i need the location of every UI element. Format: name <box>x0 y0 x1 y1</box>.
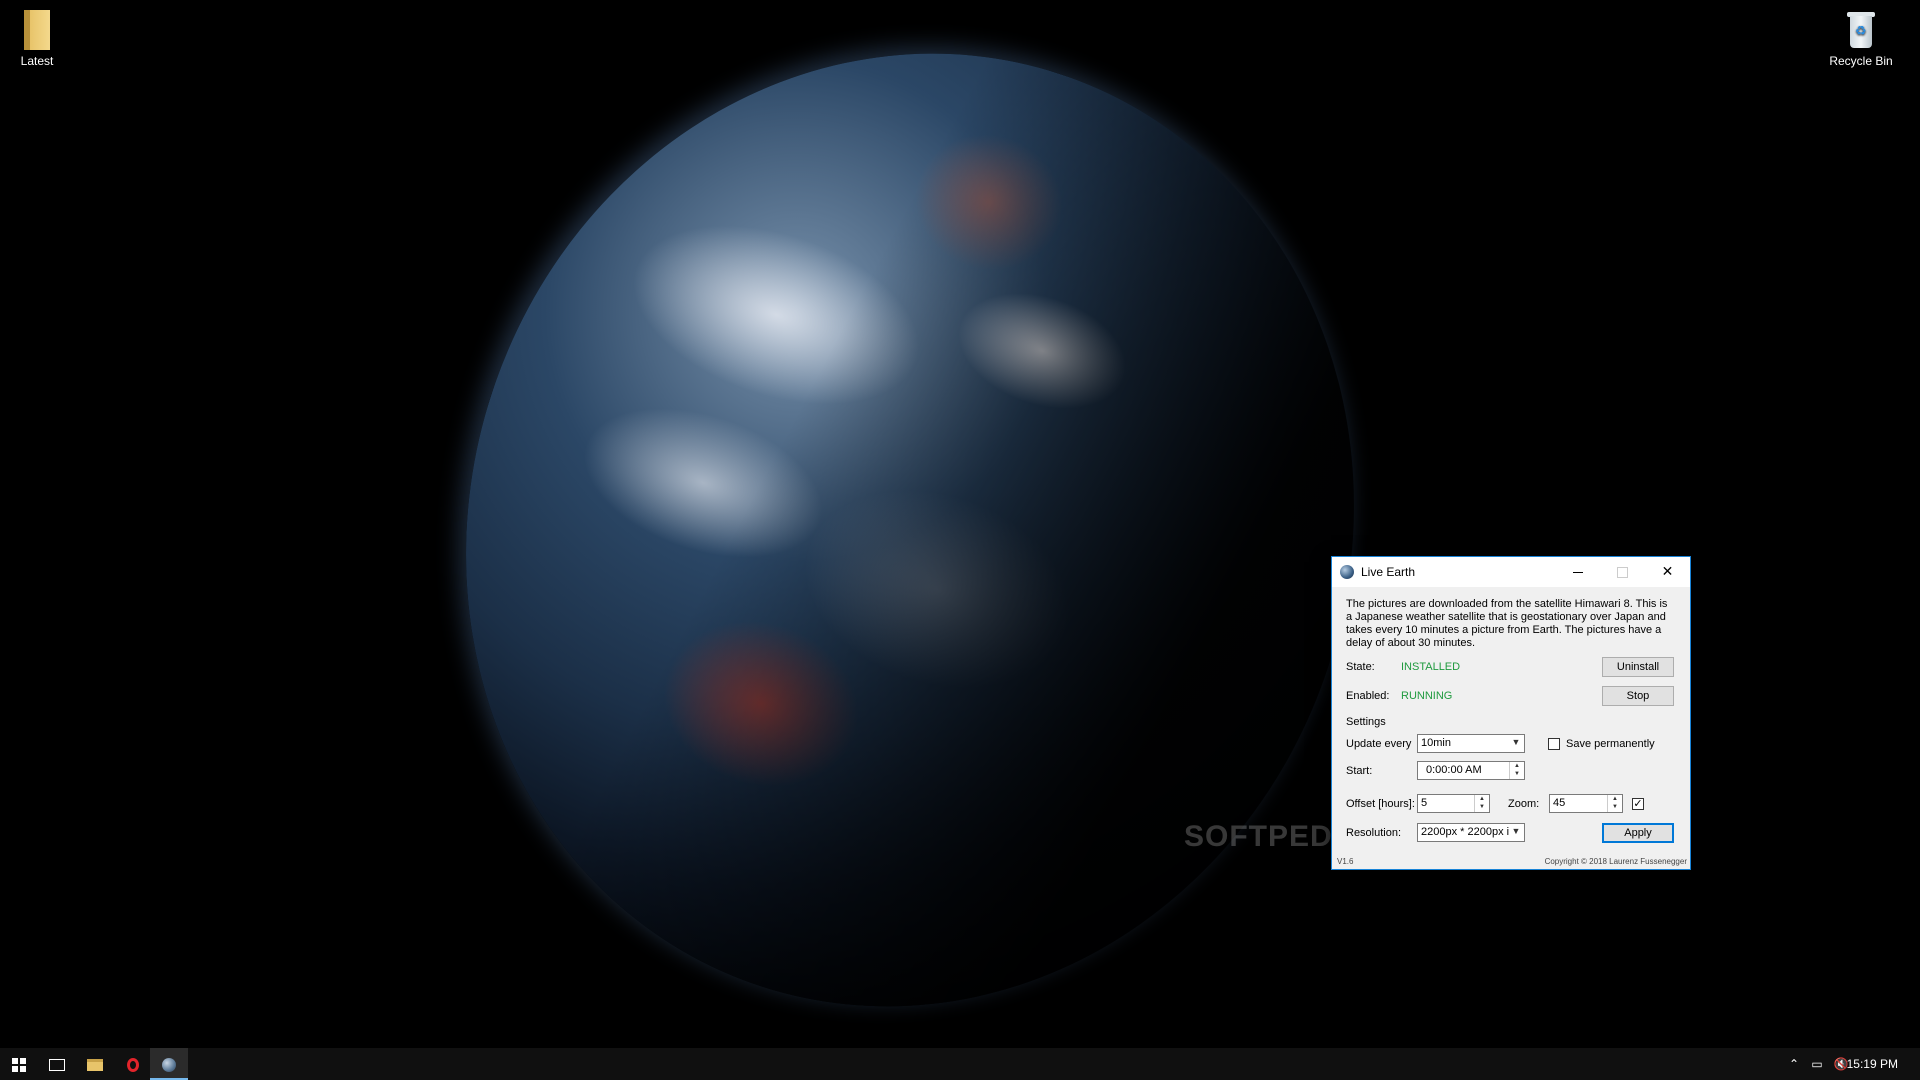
uninstall-button[interactable]: Uninstall <box>1602 657 1674 677</box>
desktop-icon-label: Recycle Bin <box>1829 54 1893 68</box>
state-label: State: <box>1346 661 1375 673</box>
window-client: The pictures are downloaded from the sat… <box>1332 587 1690 869</box>
live-earth-taskbar-button[interactable] <box>150 1048 188 1080</box>
file-explorer-button[interactable] <box>76 1048 114 1080</box>
taskbar: ⌃ ▭ 🔇 15:19 PM <box>0 1048 1920 1080</box>
save-permanently-checkbox[interactable] <box>1548 738 1560 750</box>
resolution-select[interactable]: 2200px * 2200px i ▼ <box>1417 823 1525 842</box>
recycle-bin-icon: ♻ <box>1846 10 1876 50</box>
chevron-up-icon: ⌃ <box>1788 1057 1800 1071</box>
zoom-spinner[interactable]: ▲ ▼ <box>1607 795 1622 812</box>
start-label: Start: <box>1346 765 1373 777</box>
copyright-label: Copyright © 2018 Laurenz Fussenegger <box>1544 857 1687 866</box>
network-icon: ▭ <box>1811 1057 1823 1071</box>
task-view-icon <box>49 1059 65 1072</box>
zoom-value: 45 <box>1553 797 1566 809</box>
zoom-stepper[interactable]: 45 ▲ ▼ <box>1549 794 1623 813</box>
offset-stepper[interactable]: 5 ▲ ▼ <box>1417 794 1490 813</box>
opera-button[interactable] <box>114 1048 152 1080</box>
folder-icon <box>24 10 50 50</box>
start-spinner[interactable]: ▲ ▼ <box>1509 762 1524 779</box>
globe-icon <box>1340 565 1354 579</box>
version-label: V1.6 <box>1337 857 1354 866</box>
spin-up-icon: ▲ <box>1479 796 1485 802</box>
enabled-label: Enabled: <box>1346 690 1390 702</box>
spin-up-icon: ▲ <box>1612 796 1618 802</box>
task-view-button[interactable] <box>38 1048 76 1080</box>
zoom-checkbox[interactable]: ✓ <box>1632 798 1644 810</box>
zoom-label: Zoom: <box>1508 798 1540 810</box>
chevron-down-icon: ▼ <box>1511 826 1521 836</box>
save-permanently-label: Save permanently <box>1566 738 1655 750</box>
title-bar[interactable]: Live Earth ✕ <box>1332 557 1690 587</box>
desktop-icon-label: Latest <box>20 54 54 68</box>
desktop-icon-recycle-bin[interactable]: ♻ Recycle Bin <box>1821 6 1901 68</box>
earth-shadow <box>343 0 1477 1048</box>
update-every-select[interactable]: 10min ▼ <box>1417 734 1525 753</box>
window-title: Live Earth <box>1361 565 1416 579</box>
description-text: The pictures are downloaded from the sat… <box>1346 598 1668 649</box>
close-icon: ✕ <box>1661 563 1674 579</box>
state-value: INSTALLED <box>1401 661 1461 673</box>
maximize-icon <box>1617 566 1628 578</box>
start-button[interactable] <box>0 1048 38 1080</box>
spin-down-icon: ▼ <box>1514 771 1520 777</box>
stop-button[interactable]: Stop <box>1602 686 1674 706</box>
windows-start-icon <box>12 1058 26 1073</box>
network-button[interactable]: ▭ <box>1806 1048 1828 1080</box>
offset-label: Offset [hours]: <box>1346 798 1415 810</box>
desktop-icon-latest[interactable]: Latest <box>0 6 77 68</box>
minimize-icon <box>1572 571 1583 573</box>
offset-value: 5 <box>1421 797 1428 809</box>
spin-down-icon: ▼ <box>1479 804 1485 810</box>
file-explorer-icon <box>87 1059 103 1072</box>
apply-button[interactable]: Apply <box>1602 823 1674 843</box>
desktop: Latest ♻ Recycle Bin SOFTPEDIA <box>0 0 1920 1048</box>
spin-up-icon: ▲ <box>1514 763 1520 769</box>
opera-icon <box>127 1058 139 1073</box>
taskbar-clock[interactable]: 15:19 PM <box>1847 1048 1898 1080</box>
resolution-value: 2200px * 2200px i <box>1421 826 1510 838</box>
enabled-value: RUNNING <box>1401 690 1453 702</box>
checkmark-icon: ✓ <box>1633 798 1643 810</box>
start-time-picker[interactable]: 0:00:00 AM ▲ ▼ <box>1417 761 1525 780</box>
settings-group-label: Settings <box>1346 716 1386 728</box>
update-every-value: 10min <box>1421 737 1451 749</box>
offset-spinner[interactable]: ▲ ▼ <box>1474 795 1489 812</box>
close-button[interactable]: ✕ <box>1645 557 1690 586</box>
start-time-value: 0:00:00 AM <box>1426 764 1482 776</box>
update-every-label: Update every <box>1346 738 1412 750</box>
live-earth-window: Live Earth ✕ The pictures are downloaded… <box>1331 556 1691 870</box>
show-hidden-icons-button[interactable]: ⌃ <box>1784 1048 1804 1080</box>
maximize-button <box>1600 557 1645 586</box>
chevron-down-icon: ▼ <box>1511 737 1521 747</box>
minimize-button[interactable] <box>1555 557 1600 586</box>
resolution-label: Resolution: <box>1346 827 1402 839</box>
spin-down-icon: ▼ <box>1612 804 1618 810</box>
live-earth-icon <box>162 1058 176 1073</box>
